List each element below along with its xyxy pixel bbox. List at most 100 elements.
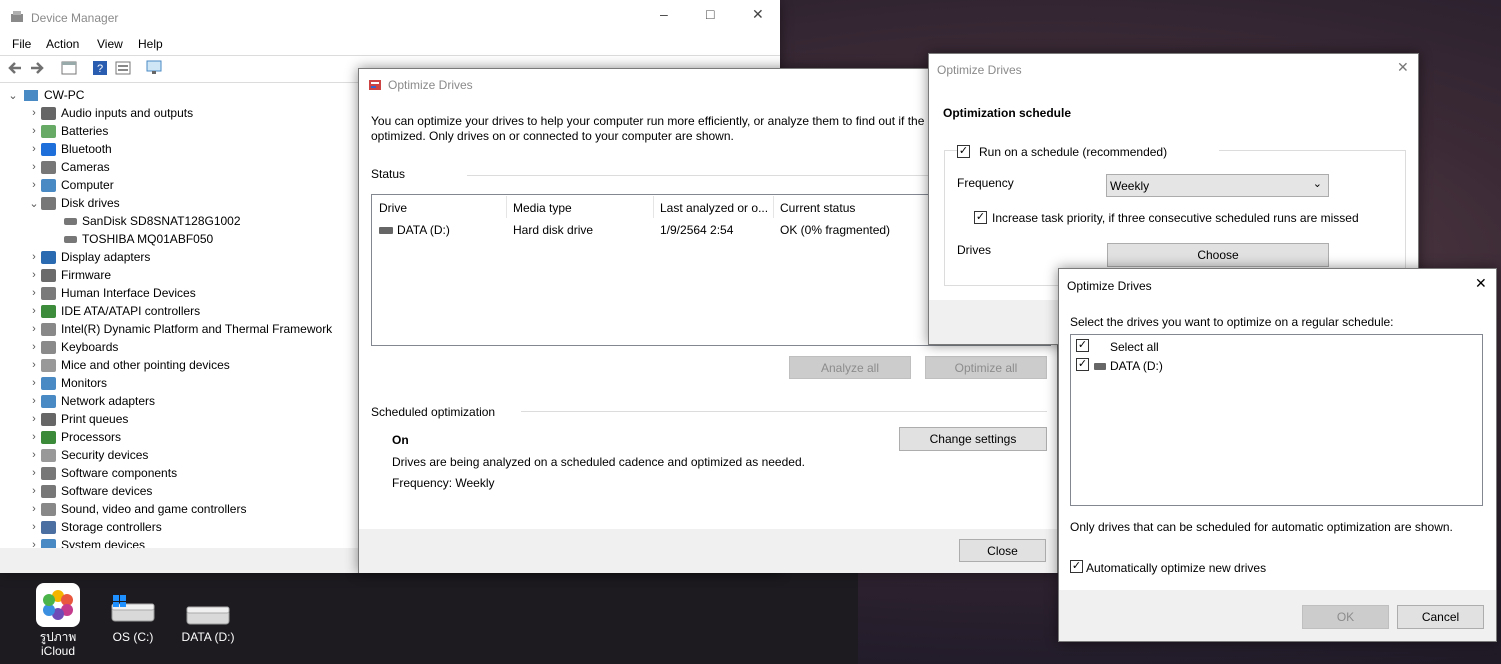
tree-category[interactable]: › IDE ATA/ATAPI controllers	[27, 302, 200, 320]
column-divider[interactable]	[773, 196, 774, 218]
tree-category[interactable]: › Sound, video and game controllers	[27, 500, 246, 518]
chevron-right-icon[interactable]: ›	[27, 431, 41, 443]
tree-category[interactable]: › Cameras	[27, 158, 110, 176]
tree-category[interactable]: › System devices	[27, 536, 145, 548]
minimize-icon[interactable]: –	[660, 6, 668, 22]
choose-button[interactable]: Choose	[1107, 243, 1329, 267]
chevron-right-icon[interactable]: ›	[27, 485, 41, 497]
run-on-schedule-label[interactable]: Run on a schedule (recommended)	[979, 145, 1167, 159]
chevron-right-icon[interactable]: ›	[27, 269, 41, 281]
menu-action[interactable]: Action	[46, 37, 79, 51]
column-divider[interactable]	[506, 196, 507, 218]
close-icon[interactable]: ✕	[752, 6, 764, 23]
column-drive[interactable]: Drive	[379, 201, 407, 215]
maximize-icon[interactable]: □	[706, 6, 714, 22]
run-on-schedule-checkbox[interactable]: ✓	[957, 145, 970, 158]
forward-arrow-icon[interactable]	[28, 59, 46, 77]
tree-root[interactable]: ⌄ CW-PC	[6, 86, 84, 104]
chevron-right-icon[interactable]: ›	[27, 413, 41, 425]
select-all-label[interactable]: Select all	[1110, 340, 1159, 354]
tree-category[interactable]: › Bluetooth	[27, 140, 112, 158]
tree-category[interactable]: › Monitors	[27, 374, 107, 392]
increase-priority-checkbox[interactable]: ✓	[974, 211, 987, 224]
icloud-photos-icon[interactable]	[36, 583, 80, 627]
close-icon[interactable]: ✕	[1397, 59, 1409, 76]
row-drive: DATA (D:)	[397, 223, 450, 237]
tree-category[interactable]: › Display adapters	[27, 248, 150, 266]
chevron-right-icon[interactable]: ›	[27, 323, 41, 335]
chevron-right-icon[interactable]: ›	[27, 467, 41, 479]
column-media-type[interactable]: Media type	[513, 201, 572, 215]
tree-category[interactable]: › Software components	[27, 464, 177, 482]
chevron-right-icon[interactable]: ›	[27, 161, 41, 173]
tree-child-item[interactable]: SanDisk SD8SNAT128G1002	[46, 212, 241, 230]
tree-category[interactable]: › Audio inputs and outputs	[27, 104, 193, 122]
properties-icon[interactable]	[60, 59, 78, 77]
device-category-icon	[41, 160, 56, 174]
drive-d-checkbox[interactable]: ✓	[1076, 358, 1089, 371]
ok-button[interactable]: OK	[1302, 605, 1389, 629]
chevron-right-icon[interactable]: ›	[27, 395, 41, 407]
tree-category[interactable]: › Software devices	[27, 482, 152, 500]
close-button[interactable]: Close	[959, 539, 1046, 562]
tree-category[interactable]: › Computer	[27, 176, 114, 194]
chevron-down-icon[interactable]: ⌄	[27, 197, 41, 210]
drive-c-icon[interactable]	[110, 595, 156, 625]
tree-category[interactable]: › Print queues	[27, 410, 128, 428]
tree-category[interactable]: › Network adapters	[27, 392, 155, 410]
monitor-icon[interactable]	[145, 59, 163, 77]
column-divider[interactable]	[653, 196, 654, 218]
back-arrow-icon[interactable]	[6, 59, 24, 77]
chevron-right-icon[interactable]: ›	[27, 179, 41, 191]
tree-category[interactable]: › Human Interface Devices	[27, 284, 196, 302]
chevron-right-icon[interactable]: ›	[27, 251, 41, 263]
chevron-right-icon[interactable]: ›	[27, 305, 41, 317]
device-manager-app-icon	[10, 10, 24, 24]
tree-category[interactable]: › Firmware	[27, 266, 111, 284]
menu-view[interactable]: View	[97, 37, 123, 51]
tree-category[interactable]: ⌄ Disk drives	[27, 194, 119, 212]
chevron-right-icon[interactable]: ›	[27, 377, 41, 389]
chevron-right-icon[interactable]: ›	[27, 125, 41, 137]
auto-optimize-label[interactable]: Automatically optimize new drives	[1086, 561, 1266, 575]
column-current-status[interactable]: Current status	[780, 201, 855, 215]
tree-child-item[interactable]: TOSHIBA MQ01ABF050	[46, 230, 213, 248]
increase-priority-label[interactable]: Increase task priority, if three consecu…	[992, 211, 1359, 225]
menu-file[interactable]: File	[12, 37, 31, 51]
chevron-right-icon[interactable]: ›	[27, 341, 41, 353]
tree-category[interactable]: › Keyboards	[27, 338, 118, 356]
table-row[interactable]: DATA (D:)	[379, 223, 450, 237]
tree-category[interactable]: › Mice and other pointing devices	[27, 356, 230, 374]
optimize-all-button[interactable]: Optimize all	[925, 356, 1047, 379]
chevron-right-icon[interactable]: ›	[27, 287, 41, 299]
select-all-checkbox[interactable]: ✓	[1076, 339, 1089, 352]
chevron-right-icon[interactable]: ›	[27, 107, 41, 119]
tree-scrollbar[interactable]	[0, 548, 360, 573]
chevron-down-icon[interactable]: ⌄	[6, 89, 20, 102]
view-resources-icon[interactable]	[114, 59, 132, 77]
auto-optimize-checkbox[interactable]: ✓	[1070, 560, 1083, 573]
list-item[interactable]: DATA (D:)	[1094, 359, 1163, 373]
tree-category[interactable]: › Security devices	[27, 446, 148, 464]
drive-d-icon[interactable]	[185, 602, 231, 628]
chevron-right-icon[interactable]: ›	[27, 503, 41, 515]
chevron-right-icon[interactable]: ›	[27, 449, 41, 461]
cancel-button[interactable]: Cancel	[1397, 605, 1484, 629]
chevron-right-icon[interactable]: ›	[27, 521, 41, 533]
help-icon[interactable]: ?	[91, 59, 109, 77]
chevron-right-icon[interactable]: ›	[27, 143, 41, 155]
change-settings-button[interactable]: Change settings	[899, 427, 1047, 451]
tree-category[interactable]: › Processors	[27, 428, 121, 446]
chevron-right-icon[interactable]: ›	[27, 359, 41, 371]
analyze-all-button[interactable]: Analyze all	[789, 356, 911, 379]
tree-category[interactable]: › Storage controllers	[27, 518, 162, 536]
tree-category[interactable]: › Batteries	[27, 122, 108, 140]
row-last-analyzed: 1/9/2564 2:54	[660, 223, 734, 237]
close-icon[interactable]: ✕	[1475, 275, 1487, 292]
column-last-analyzed[interactable]: Last analyzed or o...	[660, 201, 768, 215]
menu-help[interactable]: Help	[138, 37, 163, 51]
tree-category[interactable]: › Intel(R) Dynamic Platform and Thermal F…	[27, 320, 332, 338]
chevron-right-icon[interactable]: ›	[27, 539, 41, 548]
frequency-select[interactable]: Weekly ⌄	[1106, 174, 1329, 197]
device-tree: ⌄ CW-PC › Audio inputs and outputs › Batter…	[0, 86, 360, 548]
